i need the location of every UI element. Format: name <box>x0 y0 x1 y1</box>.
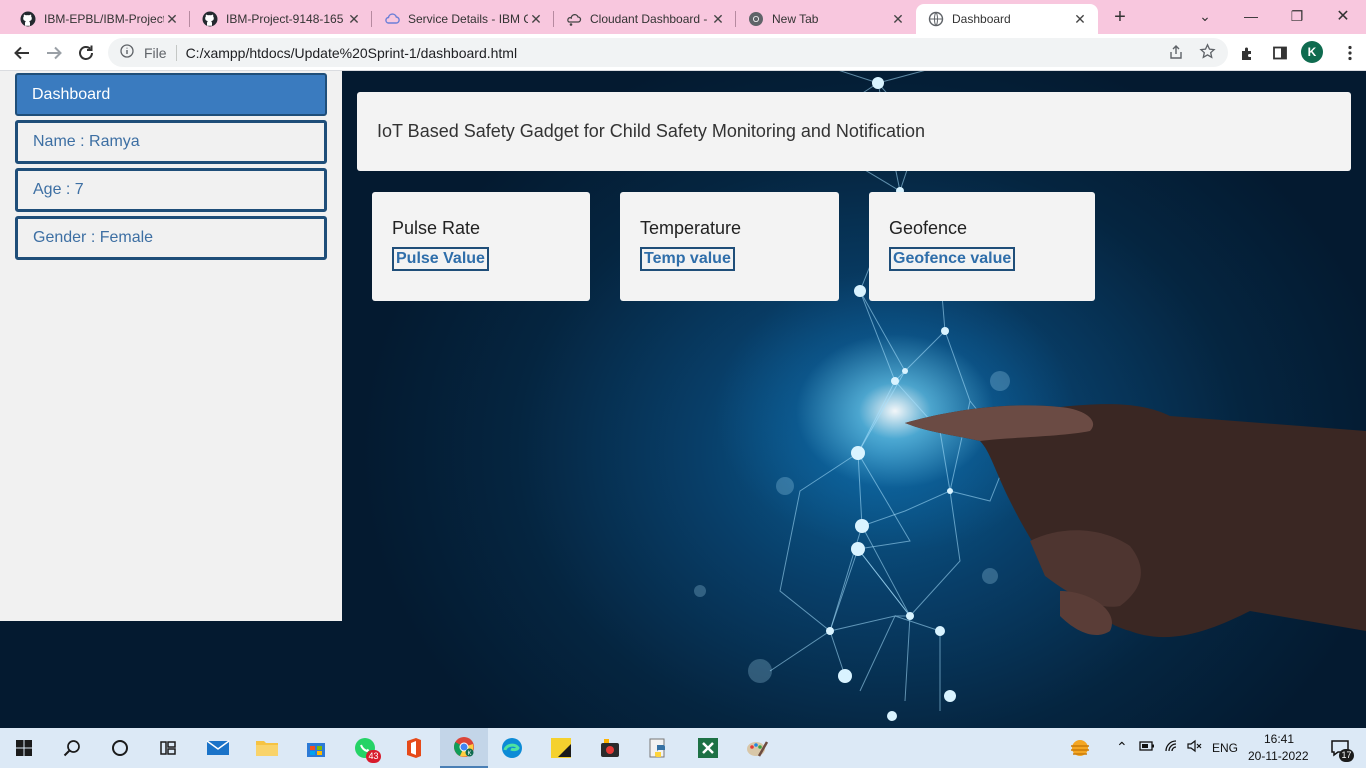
media-app-icon[interactable] <box>586 728 634 768</box>
page-viewport: Dashboard Name : Ramya Age : 7 Gender : … <box>0 71 1366 728</box>
close-icon[interactable]: ✕ <box>710 11 726 28</box>
profile-avatar[interactable]: K <box>1301 41 1323 63</box>
browser-tab[interactable]: IBM-Project-9148-165 ✕ <box>190 4 372 34</box>
browser-tab[interactable]: Cloudant Dashboard - ✕ <box>554 4 736 34</box>
bookmark-star-icon[interactable] <box>1199 43 1216 63</box>
edge-icon[interactable] <box>488 728 536 768</box>
sidebar-item-name[interactable]: Name : Ramya <box>15 120 327 164</box>
volume-muted-icon[interactable] <box>1187 739 1203 756</box>
windows-start-icon[interactable] <box>0 728 48 768</box>
close-icon[interactable]: ✕ <box>1072 11 1088 28</box>
address-bar[interactable]: File C:/xampp/htdocs/Update%20Sprint-1/d… <box>108 38 1228 67</box>
pulse-rate-card: Pulse Rate Pulse Value <box>372 192 590 301</box>
reload-button[interactable] <box>74 41 98 65</box>
task-view-icon[interactable] <box>144 728 192 768</box>
cortana-icon[interactable] <box>96 728 144 768</box>
close-window-button[interactable]: ✕ <box>1320 0 1366 32</box>
restore-button[interactable]: ❐ <box>1274 0 1320 32</box>
chrome-menu-icon[interactable] <box>1338 41 1362 65</box>
battery-icon[interactable] <box>1139 740 1155 755</box>
tab-title: Dashboard <box>952 12 1011 26</box>
browser-tab[interactable]: Service Details - IBM C ✕ <box>372 4 554 34</box>
cloud-icon <box>384 11 400 27</box>
sidebar-item-age[interactable]: Age : 7 <box>15 168 327 212</box>
info-icon[interactable] <box>120 44 134 61</box>
forward-arrow-icon <box>47 46 62 60</box>
tab-title: Cloudant Dashboard - <box>590 12 708 26</box>
mail-icon[interactable] <box>194 728 242 768</box>
whatsapp-badge: 43 <box>366 750 381 763</box>
url-text[interactable]: C:/xampp/htdocs/Update%20Sprint-1/dashbo… <box>186 45 518 61</box>
sticky-notes-icon[interactable] <box>537 728 585 768</box>
geofence-value: Geofence value <box>889 247 1016 271</box>
sidebar-item-gender[interactable]: Gender : Female <box>15 216 327 260</box>
github-icon <box>20 11 36 27</box>
cloudant-icon <box>566 11 582 27</box>
whatsapp-icon[interactable]: 43 <box>341 728 389 768</box>
search-icon[interactable] <box>48 728 96 768</box>
windows-taskbar: 43 K ⌃ ENG 16:41 20-11-2022 17 <box>0 728 1366 768</box>
browser-toolbar: File C:/xampp/htdocs/Update%20Sprint-1/d… <box>0 34 1366 71</box>
svg-text:K: K <box>467 751 471 757</box>
weather-icon[interactable] <box>1056 728 1104 768</box>
share-icon[interactable] <box>1168 44 1184 63</box>
pulse-value: Pulse Value <box>392 247 489 271</box>
tab-title: New Tab <box>772 12 819 26</box>
notification-center-icon[interactable]: 17 <box>1316 728 1364 768</box>
chrome-icon <box>748 11 764 27</box>
close-icon[interactable]: ✕ <box>346 11 362 28</box>
clock-time[interactable]: 16:41 <box>1264 732 1294 746</box>
side-panel-icon[interactable] <box>1268 41 1292 65</box>
office-icon[interactable] <box>390 728 438 768</box>
globe-icon <box>928 11 944 27</box>
excel-icon[interactable] <box>684 728 732 768</box>
back-button[interactable] <box>10 41 34 65</box>
card-title: Geofence <box>889 218 968 238</box>
github-icon <box>202 11 218 27</box>
sidebar: Dashboard Name : Ramya Age : 7 Gender : … <box>0 71 342 621</box>
temperature-card: Temperature Temp value <box>620 192 839 301</box>
temp-value: Temp value <box>640 247 735 271</box>
page-header: IoT Based Safety Gadget for Child Safety… <box>357 92 1351 171</box>
tray-overflow-icon[interactable]: ⌃ <box>1116 739 1128 756</box>
sidebar-item-dashboard[interactable]: Dashboard <box>15 73 327 116</box>
minimize-button[interactable]: — <box>1228 0 1274 32</box>
chrome-icon[interactable]: K <box>440 728 488 768</box>
tab-title: IBM-Project-9148-165 <box>226 12 344 26</box>
card-title: Pulse Rate <box>392 218 481 238</box>
tab-search-icon[interactable]: ⌄ <box>1182 0 1228 32</box>
tab-title: Service Details - IBM C <box>408 12 528 26</box>
close-icon[interactable]: ✕ <box>890 11 906 28</box>
clock-date[interactable]: 20-11-2022 <box>1248 749 1309 763</box>
notification-count: 17 <box>1339 749 1354 762</box>
page-title: IoT Based Safety Gadget for Child Safety… <box>377 121 925 141</box>
browser-tab-strip: IBM-EPBL/IBM-Project ✕ IBM-Project-9148-… <box>0 0 1366 34</box>
close-icon[interactable]: ✕ <box>528 11 544 28</box>
wifi-icon[interactable] <box>1164 739 1180 756</box>
back-arrow-icon <box>14 46 29 60</box>
file-explorer-icon[interactable] <box>243 728 291 768</box>
card-title: Temperature <box>640 218 742 238</box>
new-tab-button[interactable]: + <box>1108 6 1132 30</box>
extensions-icon[interactable] <box>1236 41 1260 65</box>
microsoft-store-icon[interactable] <box>292 728 340 768</box>
paint-icon[interactable] <box>733 728 781 768</box>
python-icon[interactable] <box>635 728 683 768</box>
language-indicator[interactable]: ENG <box>1212 741 1238 755</box>
tab-title: IBM-EPBL/IBM-Project <box>44 12 164 26</box>
forward-button[interactable] <box>42 41 66 65</box>
reload-icon <box>79 45 93 60</box>
geofence-card: Geofence Geofence value <box>869 192 1095 301</box>
browser-tab[interactable]: IBM-EPBL/IBM-Project ✕ <box>8 4 190 34</box>
browser-tab-active[interactable]: Dashboard ✕ <box>916 4 1098 34</box>
close-icon[interactable]: ✕ <box>164 11 180 28</box>
browser-tab[interactable]: New Tab ✕ <box>736 4 916 34</box>
scheme-label: File <box>144 44 167 61</box>
